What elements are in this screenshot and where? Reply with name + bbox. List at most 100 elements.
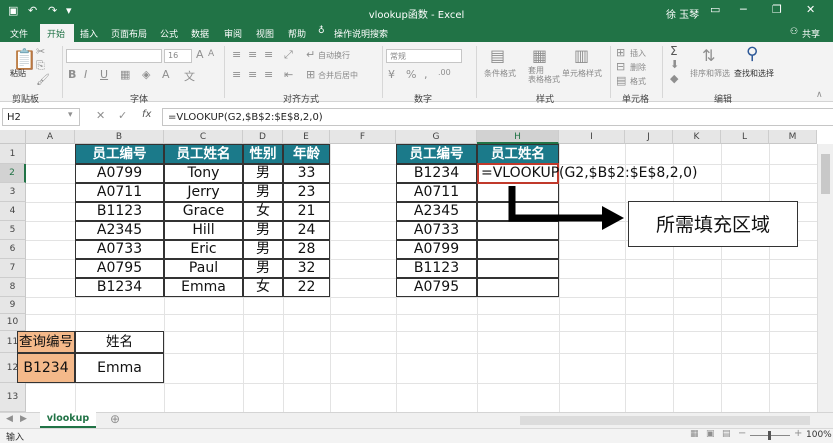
- collapse-ribbon-icon[interactable]: ∧: [816, 90, 823, 100]
- row-header-9[interactable]: 9: [0, 297, 26, 314]
- lookup-id-cell[interactable]: A0795: [396, 278, 477, 297]
- insert-cells-button[interactable]: 插入: [630, 48, 646, 59]
- row-header-3[interactable]: 3: [0, 183, 26, 202]
- sheet-tab-vlookup[interactable]: vlookup: [40, 412, 96, 428]
- table-cell[interactable]: A0711: [75, 183, 164, 202]
- tab-review[interactable]: 审阅: [224, 27, 242, 40]
- align-right-icon[interactable]: ≡: [264, 68, 273, 81]
- indent-icon[interactable]: ⇤: [284, 68, 293, 81]
- borders-icon[interactable]: ▦: [120, 68, 130, 81]
- restore-button[interactable]: ❐: [772, 3, 782, 16]
- table-cell[interactable]: 24: [283, 221, 330, 240]
- lookup-id-cell[interactable]: B1123: [396, 259, 477, 278]
- table-cell[interactable]: 男: [243, 221, 283, 240]
- table-cell[interactable]: 23: [283, 183, 330, 202]
- number-format-dropdown[interactable]: 常规: [386, 49, 462, 63]
- table-cell[interactable]: 21: [283, 202, 330, 221]
- page-layout-view-icon[interactable]: ▣: [706, 429, 715, 439]
- table-cell[interactable]: Paul: [164, 259, 243, 278]
- close-button[interactable]: ✕: [806, 3, 815, 16]
- underline-button[interactable]: U: [100, 68, 108, 81]
- cut-icon[interactable]: ✂: [36, 45, 45, 58]
- percent-icon[interactable]: %: [406, 68, 416, 81]
- table-cell[interactable]: 男: [243, 240, 283, 259]
- row-header-8[interactable]: 8: [0, 278, 26, 297]
- merge-center-icon[interactable]: ⊞: [306, 68, 315, 81]
- grow-font-icon[interactable]: A: [196, 48, 204, 61]
- row-header-5[interactable]: 5: [0, 221, 26, 240]
- col-header-d[interactable]: D: [243, 130, 283, 144]
- table-header-age[interactable]: 年龄: [283, 144, 330, 164]
- zoom-in-icon[interactable]: +: [794, 428, 802, 439]
- lookup-id-cell[interactable]: A0711: [396, 183, 477, 202]
- table-cell[interactable]: 女: [243, 202, 283, 221]
- cell-styles-icon[interactable]: ▥: [574, 46, 589, 65]
- conditional-format-icon[interactable]: ▤: [490, 46, 505, 65]
- col-header-h[interactable]: H: [477, 130, 559, 144]
- sort-filter-button[interactable]: 排序和筛选: [690, 68, 730, 79]
- format-as-table-icon[interactable]: ▦: [532, 46, 547, 65]
- align-top-icon[interactable]: ≡: [232, 48, 241, 61]
- col-header-j[interactable]: J: [625, 130, 673, 144]
- lookup-id-cell[interactable]: A2345: [396, 202, 477, 221]
- table-header-employee-name[interactable]: 员工姓名: [164, 144, 243, 164]
- format-cells-icon[interactable]: ▤: [616, 74, 626, 87]
- col-header-e[interactable]: E: [283, 130, 330, 144]
- lookup-header-employee-name[interactable]: 员工姓名: [477, 144, 559, 164]
- copy-icon[interactable]: ⎘: [36, 59, 45, 73]
- format-painter-icon[interactable]: 🖌: [36, 73, 50, 86]
- row-header-13[interactable]: 13: [0, 383, 26, 412]
- row-header-4[interactable]: 4: [0, 202, 26, 221]
- delete-cells-button[interactable]: 删除: [630, 62, 646, 73]
- lookup-id-cell[interactable]: A0799: [396, 240, 477, 259]
- paste-button[interactable]: 粘贴: [10, 68, 26, 79]
- align-left-icon[interactable]: ≡: [232, 68, 241, 81]
- row-header-2[interactable]: 2: [0, 164, 26, 183]
- table-cell[interactable]: 男: [243, 164, 283, 183]
- col-header-c[interactable]: C: [164, 130, 243, 144]
- align-bottom-icon[interactable]: ≡: [264, 48, 273, 61]
- insert-function-button[interactable]: fx: [142, 109, 151, 120]
- table-cell[interactable]: Jerry: [164, 183, 243, 202]
- horizontal-scrollbar[interactable]: [520, 416, 810, 425]
- row-header-10[interactable]: 10: [0, 314, 26, 331]
- increase-decimal-icon[interactable]: .00: [438, 68, 451, 77]
- shrink-font-icon[interactable]: A: [208, 49, 214, 59]
- scroll-right-icon[interactable]: ▶: [20, 414, 27, 424]
- tab-home[interactable]: 开始: [47, 27, 65, 40]
- zoom-out-icon[interactable]: −: [738, 428, 746, 439]
- autosum-button[interactable]: Σ: [670, 44, 678, 58]
- active-cell-formula-head[interactable]: =VLOOKUP: [481, 165, 559, 182]
- insert-cells-icon[interactable]: ⊞: [616, 46, 625, 59]
- sort-filter-icon[interactable]: ⇅: [702, 46, 715, 65]
- col-header-b[interactable]: B: [75, 130, 164, 144]
- row-header-6[interactable]: 6: [0, 240, 26, 259]
- table-cell[interactable]: Grace: [164, 202, 243, 221]
- delete-cells-icon[interactable]: ⊟: [616, 60, 625, 73]
- query-name-label[interactable]: 姓名: [75, 331, 164, 353]
- table-cell[interactable]: Tony: [164, 164, 243, 183]
- page-break-view-icon[interactable]: ▤: [722, 429, 731, 439]
- lookup-name-cell[interactable]: [477, 278, 559, 297]
- tab-page-layout[interactable]: 页面布局: [111, 27, 147, 40]
- row-header-1[interactable]: 1: [0, 144, 26, 164]
- wrap-text-icon[interactable]: ↵: [306, 48, 315, 61]
- zoom-level[interactable]: 100%: [806, 430, 832, 440]
- col-header-g[interactable]: G: [396, 130, 477, 144]
- align-middle-icon[interactable]: ≡: [248, 48, 257, 61]
- table-cell[interactable]: A2345: [75, 221, 164, 240]
- format-cells-button[interactable]: 格式: [630, 76, 646, 87]
- add-sheet-button[interactable]: ⊕: [110, 412, 120, 426]
- lookup-header-employee-id[interactable]: 员工编号: [396, 144, 477, 164]
- tell-me-search[interactable]: 操作说明搜索: [334, 27, 388, 40]
- tab-data[interactable]: 数据: [191, 27, 209, 40]
- currency-icon[interactable]: ¥: [388, 68, 395, 81]
- col-header-k[interactable]: K: [673, 130, 721, 144]
- font-size-dropdown[interactable]: 16: [164, 49, 192, 63]
- italic-button[interactable]: I: [84, 68, 87, 81]
- table-cell[interactable]: 33: [283, 164, 330, 183]
- fill-color-icon[interactable]: ◈: [142, 68, 150, 81]
- table-cell[interactable]: A0799: [75, 164, 164, 183]
- user-name[interactable]: 徐 玉琴: [666, 6, 699, 21]
- col-header-m[interactable]: M: [769, 130, 817, 144]
